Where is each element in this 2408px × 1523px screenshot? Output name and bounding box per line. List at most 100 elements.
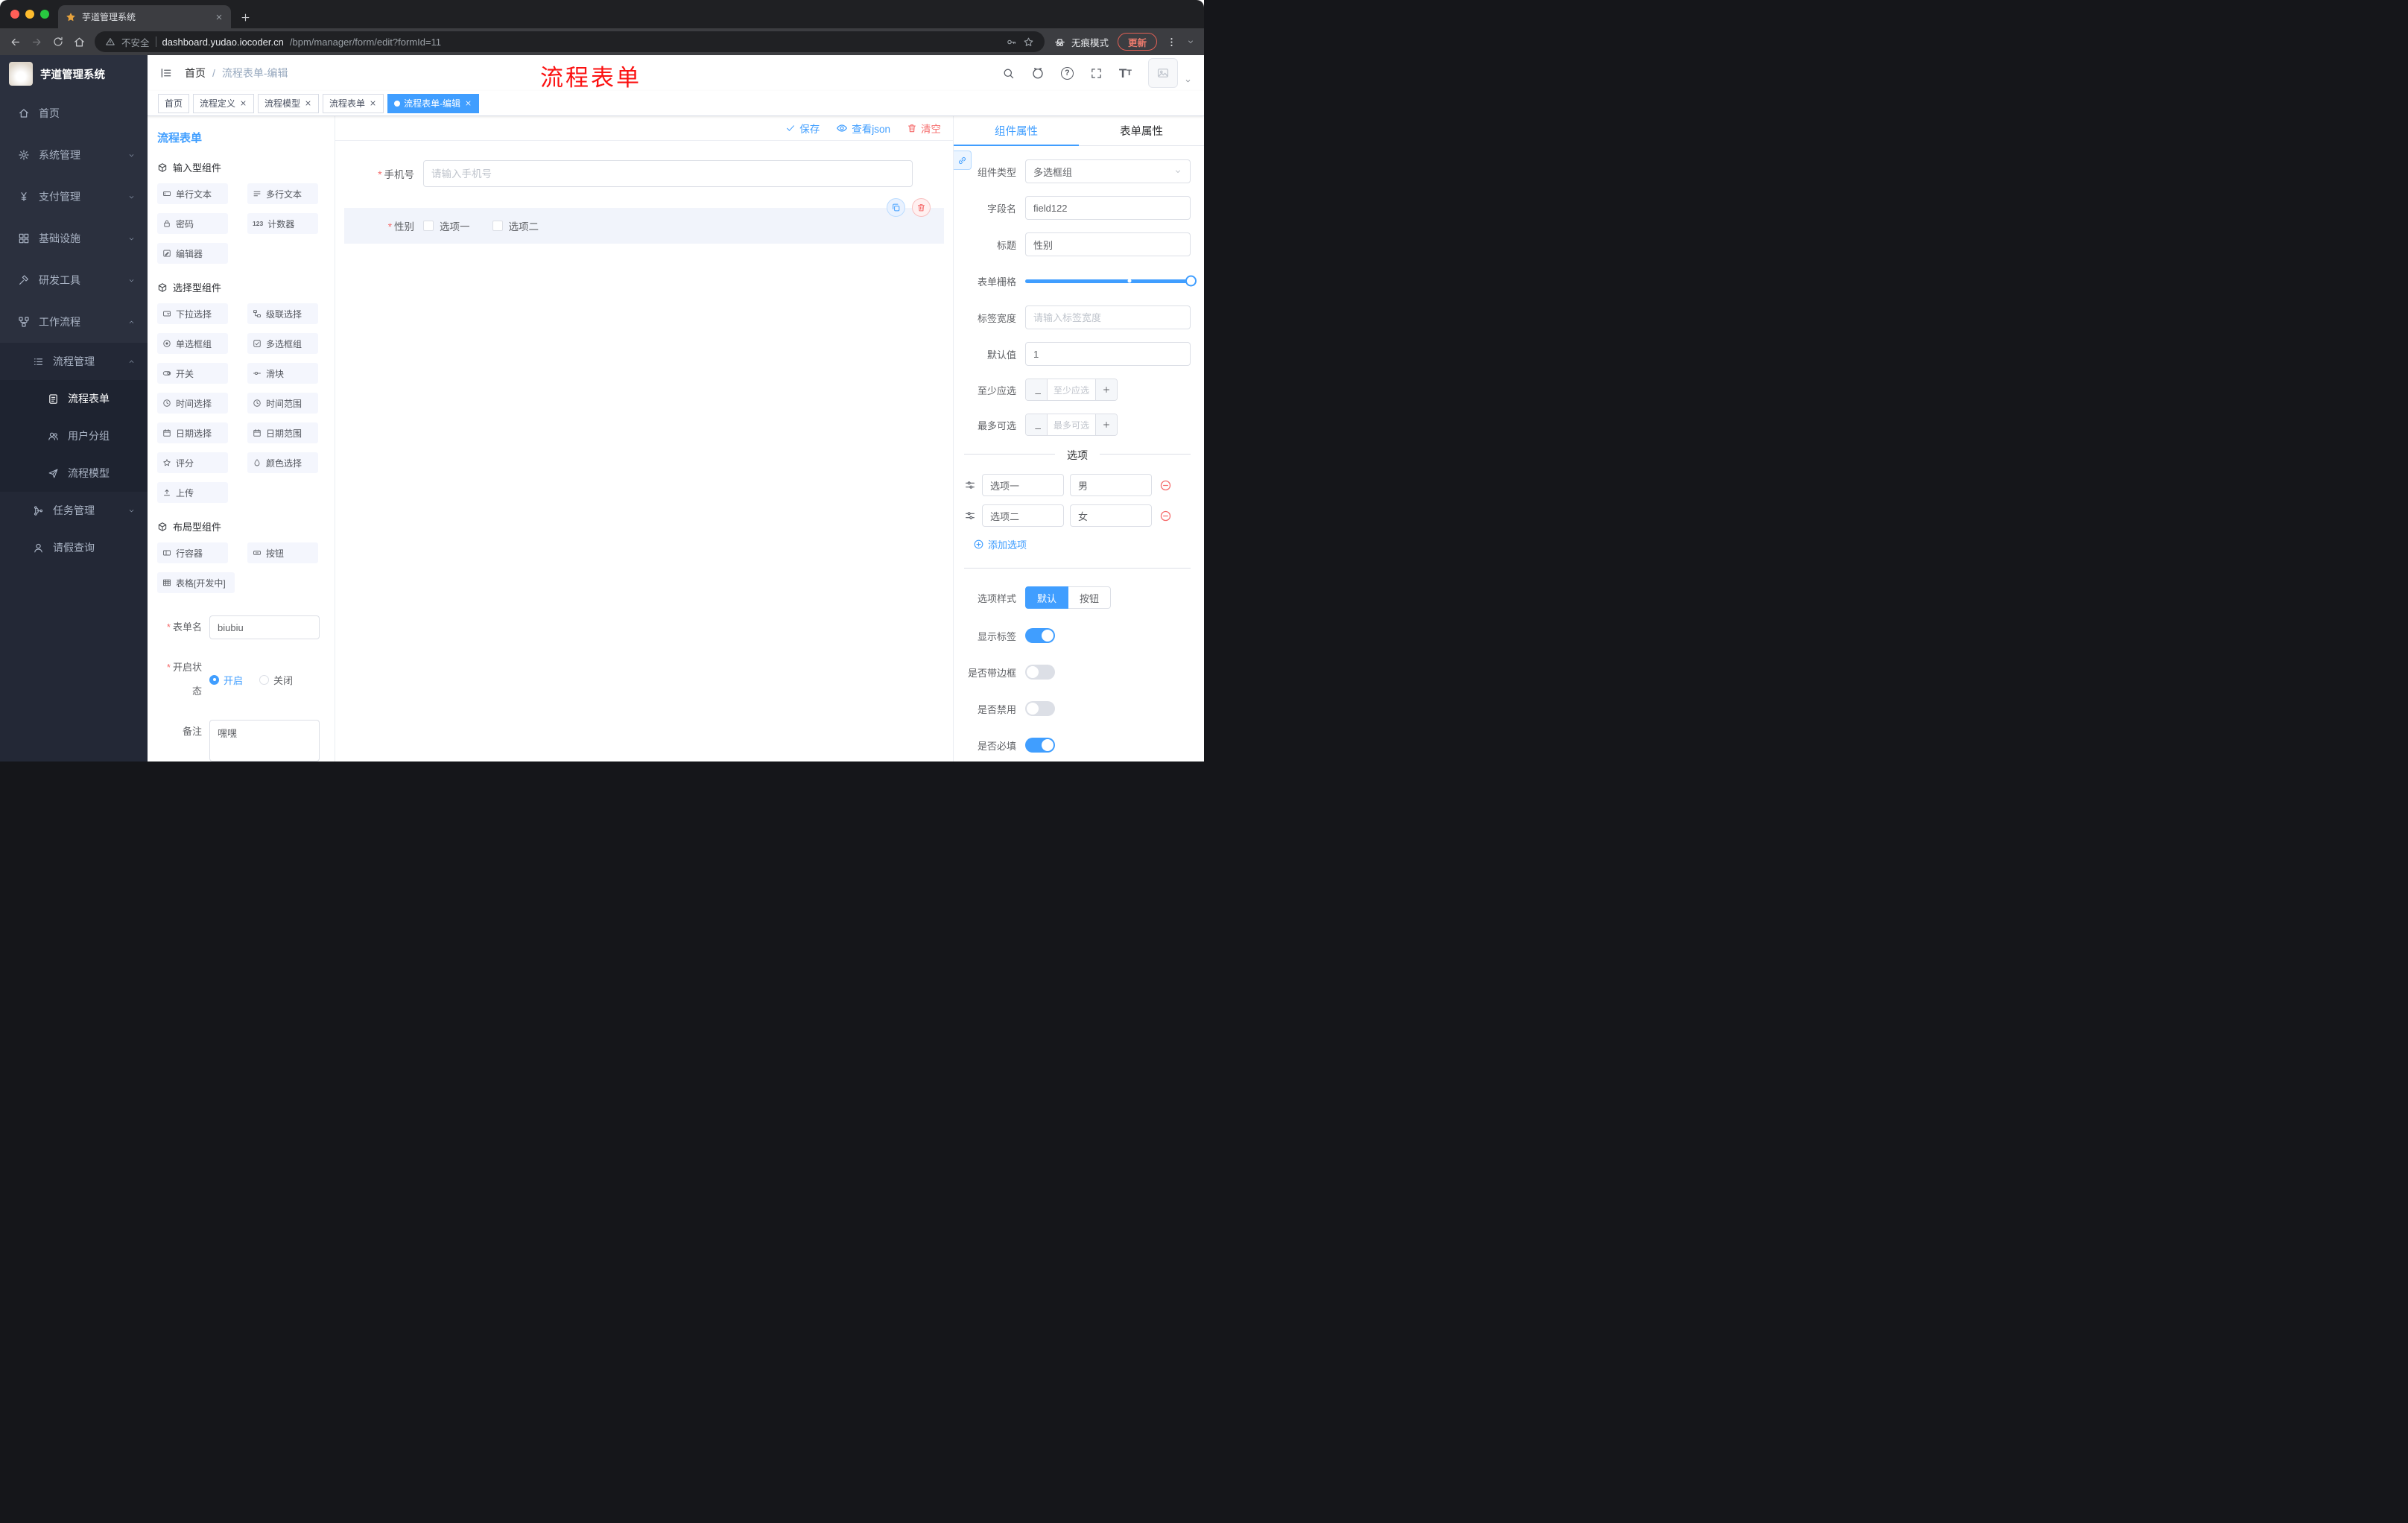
avatar-caret-icon[interactable]: [1184, 77, 1192, 85]
sidebar-item-payment[interactable]: 支付管理: [0, 176, 148, 218]
palette-item-counter[interactable]: 123 计数器: [247, 213, 318, 234]
duplicate-widget-button[interactable]: [887, 198, 905, 217]
stepper-minus-button[interactable]: [1026, 379, 1048, 400]
sidebar-item-leave-query[interactable]: 请假查询: [0, 529, 148, 566]
view-json-button[interactable]: 查看json: [836, 121, 890, 136]
tag-home[interactable]: 首页: [158, 93, 190, 113]
option-value-input[interactable]: [1070, 504, 1152, 527]
palette-item-time-picker[interactable]: 时间选择: [157, 393, 228, 414]
sidebar-item-infrastructure[interactable]: 基础设施: [0, 218, 148, 259]
chevron-down-icon[interactable]: [1186, 37, 1195, 46]
border-toggle[interactable]: [1025, 665, 1055, 680]
add-option-button[interactable]: 添加选项: [973, 537, 1191, 551]
sidebar-item-devtools[interactable]: 研发工具: [0, 259, 148, 301]
bookmark-star-icon[interactable]: [1023, 37, 1034, 48]
github-icon[interactable]: [1031, 66, 1045, 80]
tab-component-props[interactable]: 组件属性: [954, 116, 1079, 146]
palette-item-password[interactable]: 密码: [157, 213, 228, 234]
tag-close-icon[interactable]: [304, 99, 312, 107]
form-name-input[interactable]: [209, 615, 320, 639]
remove-option-button[interactable]: [1159, 479, 1172, 492]
slider-handle[interactable]: [1185, 275, 1197, 287]
browser-menu-icon[interactable]: [1166, 37, 1177, 48]
checkbox-box[interactable]: [423, 221, 434, 231]
breadcrumb-home[interactable]: 首页: [185, 66, 206, 80]
palette-item-date-picker[interactable]: 日期选择: [157, 422, 228, 443]
stepper-minus-button[interactable]: [1026, 414, 1048, 435]
font-size-icon[interactable]: TT: [1119, 67, 1132, 80]
tag-process-form[interactable]: 流程表单: [323, 93, 384, 113]
palette-item-multi-text[interactable]: 多行文本: [247, 183, 318, 204]
style-default-button[interactable]: 默认: [1025, 586, 1069, 609]
sidebar-item-task-management[interactable]: 任务管理: [0, 492, 148, 529]
clear-button[interactable]: 清空: [907, 121, 941, 136]
required-toggle[interactable]: [1025, 738, 1055, 753]
drag-handle-icon[interactable]: [964, 510, 976, 522]
palette-item-row-container[interactable]: 行容器: [157, 542, 228, 563]
min-select-value[interactable]: 至少应选: [1048, 379, 1095, 400]
stepper-plus-button[interactable]: [1095, 379, 1117, 400]
palette-item-switch[interactable]: 开关: [157, 363, 228, 384]
default-value-input[interactable]: [1025, 342, 1191, 366]
palette-item-table[interactable]: 表格[开发中]: [157, 572, 235, 593]
palette-item-select[interactable]: 下拉选择: [157, 303, 228, 324]
reload-icon[interactable]: [52, 36, 64, 48]
sidebar-item-home[interactable]: 首页: [0, 92, 148, 134]
tag-close-icon[interactable]: [464, 99, 472, 107]
gender-option-2[interactable]: 选项二: [492, 218, 539, 233]
palette-item-single-text[interactable]: 单行文本: [157, 183, 228, 204]
traffic-light-zoom[interactable]: [40, 10, 49, 19]
label-width-input[interactable]: [1025, 305, 1191, 329]
max-select-value[interactable]: 最多可选: [1048, 414, 1095, 435]
field-name-input[interactable]: [1025, 196, 1191, 220]
tag-close-icon[interactable]: [239, 99, 247, 107]
browser-update-button[interactable]: 更新: [1117, 33, 1157, 51]
palette-item-time-range[interactable]: 时间范围: [247, 393, 318, 414]
search-icon[interactable]: [1002, 67, 1015, 80]
form-remark-textarea[interactable]: 嘿嘿: [209, 720, 320, 762]
sidebar-item-workflow[interactable]: 工作流程: [0, 301, 148, 343]
sidebar-item-system[interactable]: 系统管理: [0, 134, 148, 176]
gender-option-1[interactable]: 选项一: [423, 218, 470, 233]
delete-widget-button[interactable]: [912, 198, 931, 217]
remove-option-button[interactable]: [1159, 510, 1172, 522]
palette-item-rate[interactable]: 评分: [157, 452, 228, 473]
palette-item-checkbox-group[interactable]: 多选框组: [247, 333, 318, 354]
palette-item-cascader[interactable]: 级联选择: [247, 303, 318, 324]
fullscreen-icon[interactable]: [1090, 67, 1103, 80]
tag-process-definition[interactable]: 流程定义: [193, 93, 255, 113]
tag-process-form-edit[interactable]: 流程表单-编辑: [387, 93, 480, 113]
grid-slider[interactable]: [1025, 269, 1197, 293]
checkbox-box[interactable]: [492, 221, 503, 231]
back-icon[interactable]: [9, 36, 22, 48]
palette-item-radio-group[interactable]: 单选框组: [157, 333, 228, 354]
save-button[interactable]: 保存: [785, 121, 820, 136]
palette-item-slider[interactable]: 滑块: [247, 363, 318, 384]
password-key-icon[interactable]: [1006, 37, 1017, 48]
tag-close-icon[interactable]: [369, 99, 377, 107]
sidebar-toggle-icon[interactable]: [159, 66, 173, 80]
phone-input[interactable]: [423, 160, 913, 187]
avatar[interactable]: [1148, 58, 1178, 88]
new-tab-icon[interactable]: [240, 12, 251, 23]
browser-tab[interactable]: 芋道管理系统: [58, 5, 231, 28]
home-browser-icon[interactable]: [73, 36, 86, 48]
sidebar-item-process-management[interactable]: 流程管理: [0, 343, 148, 380]
disabled-toggle[interactable]: [1025, 701, 1055, 716]
status-radio-on[interactable]: 开启: [209, 673, 243, 687]
show-label-toggle[interactable]: [1025, 628, 1055, 643]
help-icon[interactable]: ?: [1060, 66, 1074, 80]
sidebar-item-user-group[interactable]: 用户分组: [0, 417, 148, 455]
stepper-plus-button[interactable]: [1095, 414, 1117, 435]
traffic-light-close[interactable]: [10, 10, 19, 19]
url-field[interactable]: 不安全 dashboard.yudao.iocoder.cn/bpm/manag…: [95, 31, 1045, 52]
title-input[interactable]: [1025, 232, 1191, 256]
status-radio-off[interactable]: 关闭: [259, 673, 293, 687]
option-label-input[interactable]: [982, 474, 1064, 496]
canvas-field-gender-selected[interactable]: 性别 选项一 选项二: [344, 198, 944, 244]
traffic-light-minimize[interactable]: [25, 10, 34, 19]
palette-item-color-picker[interactable]: 颜色选择: [247, 452, 318, 473]
palette-item-button[interactable]: 按钮: [247, 542, 318, 563]
sidebar-item-process-form[interactable]: 流程表单: [0, 380, 148, 417]
sidebar-item-process-model[interactable]: 流程模型: [0, 455, 148, 492]
